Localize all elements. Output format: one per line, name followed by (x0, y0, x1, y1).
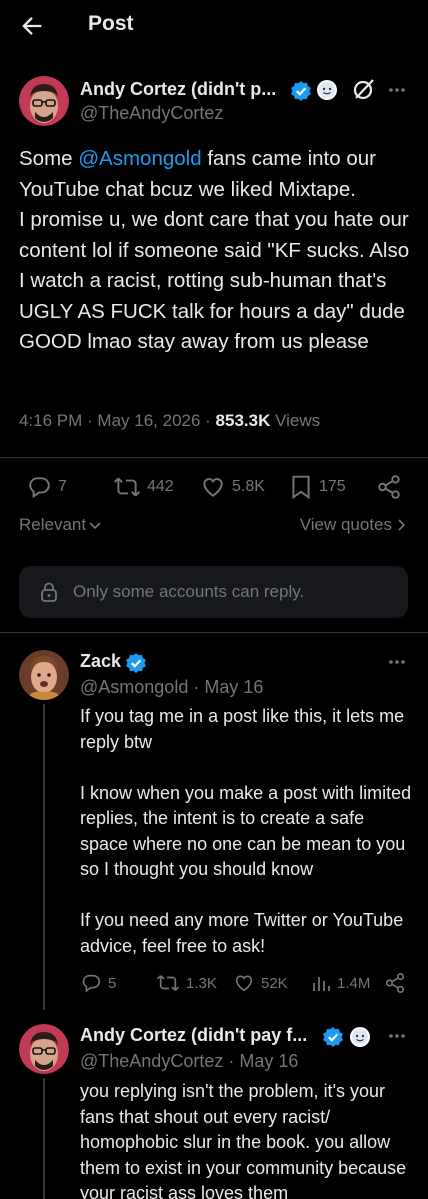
reply-restriction-notice: Only some accounts can reply. (19, 566, 408, 618)
thread-line (43, 704, 45, 1010)
view-count: 853.3K (215, 411, 271, 430)
reply-restriction-text: Only some accounts can reply. (73, 582, 305, 601)
repost-button[interactable]: 442 (113, 474, 174, 500)
mention-link[interactable]: @Asmongold (78, 147, 201, 170)
post-time[interactable]: 4:16 PM (19, 411, 82, 430)
grok-icon[interactable] (351, 76, 377, 102)
more-dots-icon[interactable] (387, 652, 407, 672)
lock-icon (41, 582, 57, 602)
analytics-icon (313, 977, 330, 991)
views-button[interactable]: 1.4M (311, 972, 370, 994)
bookmark-button[interactable]: 175 (289, 474, 346, 500)
author-name[interactable]: Zack (80, 651, 121, 672)
reply-date[interactable]: May 16 (204, 677, 263, 697)
view-quotes-label: View quotes (299, 515, 392, 534)
view-count: 1.4M (337, 974, 371, 992)
author-handle-and-date: @Asmongold · May 16 (80, 677, 264, 697)
reply-text: If you tag me in a post like this, it le… (80, 706, 412, 956)
author-name[interactable]: Andy Cortez (didn't p... (80, 79, 276, 100)
reply-count: 5 (108, 974, 117, 992)
verified-badge-icon (125, 652, 147, 674)
back-arrow-icon[interactable] (18, 12, 46, 40)
author-name[interactable]: Andy Cortez (didn't pay f... (80, 1025, 307, 1046)
share-icon (378, 475, 400, 499)
verified-badge-icon (290, 80, 312, 102)
divider (0, 457, 428, 458)
sort-label: Relevant (19, 515, 87, 534)
share-button[interactable] (384, 972, 406, 994)
like-button[interactable]: 5.8K (200, 474, 265, 500)
chevron-down-icon (89, 522, 101, 530)
reply-bubble-icon (82, 974, 101, 993)
repost-count: 1.3K (186, 974, 217, 992)
page-title: Post (88, 12, 134, 35)
more-dots-icon[interactable] (387, 1026, 407, 1046)
post-date[interactable]: May 16, 2026 (97, 411, 200, 430)
more-dots-icon[interactable] (387, 80, 407, 100)
affiliate-badge-icon (349, 1026, 371, 1048)
repost-count: 442 (147, 478, 174, 495)
verified-badge-icon (322, 1026, 344, 1048)
reply-count: 7 (58, 478, 67, 495)
bookmark-count: 175 (319, 478, 346, 495)
post-meta: 4:16 PM · May 16, 2026 · 853.3K Views (19, 411, 321, 430)
thread-line (43, 1078, 45, 1199)
post-text: Some @Asmongold fans came into our YouTu… (19, 144, 414, 358)
repost-icon (156, 975, 180, 991)
reply-bubble-icon (29, 477, 50, 499)
author-handle-and-date: @TheAndyCortez · May 16 (80, 1051, 299, 1071)
heart-icon (235, 975, 253, 992)
like-count: 5.8K (232, 478, 265, 495)
share-button[interactable] (376, 474, 402, 500)
chevron-right-icon (398, 519, 406, 531)
views-label: Views (275, 411, 321, 430)
affiliate-badge-icon (316, 79, 338, 101)
avatar[interactable] (19, 1024, 69, 1074)
reply-button[interactable]: 5 (80, 972, 116, 994)
repost-icon (113, 477, 141, 497)
repost-button[interactable]: 1.3K (156, 972, 217, 994)
post-text-part: Some (19, 147, 79, 170)
like-count: 52K (261, 974, 288, 992)
post-text-part: fans came into our YouTube chat bcuz we … (19, 147, 410, 353)
avatar[interactable] (19, 76, 69, 126)
bookmark-icon (292, 475, 310, 500)
sort-dropdown[interactable]: Relevant (19, 515, 102, 535)
reply-button[interactable]: 7 (26, 474, 67, 500)
reply-text: you replying isn't the problem, it's you… (80, 1081, 412, 1199)
reply-date[interactable]: May 16 (239, 1051, 298, 1071)
heart-icon (203, 478, 223, 497)
view-quotes-link[interactable]: View quotes (300, 515, 406, 535)
divider (0, 632, 428, 633)
avatar[interactable] (19, 650, 69, 700)
author-handle[interactable]: @TheAndyCortez (80, 103, 223, 124)
share-icon (385, 973, 405, 993)
author-handle[interactable]: @Asmongold (80, 677, 188, 697)
like-button[interactable]: 52K (233, 972, 288, 994)
top-bar: Post (0, 0, 428, 52)
author-handle[interactable]: @TheAndyCortez (80, 1051, 223, 1071)
